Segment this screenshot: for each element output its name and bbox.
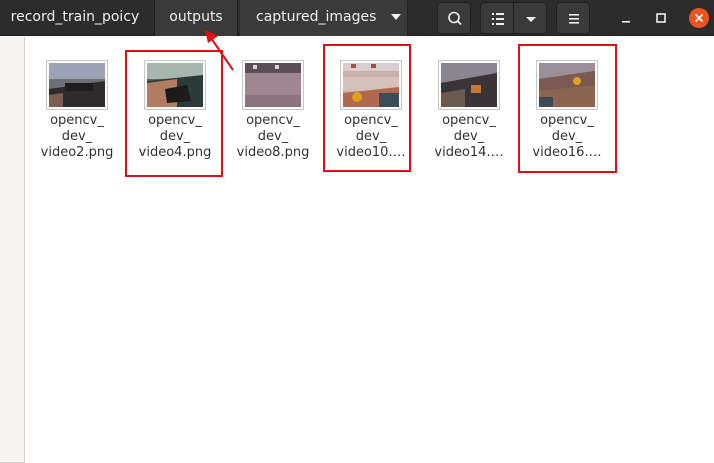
main-menu-button[interactable] [556,2,590,34]
breadcrumb-captured-images-label: captured_images [256,9,377,25]
view-toggle-button[interactable] [480,2,514,34]
minimize-icon [622,21,630,23]
search-icon [448,11,462,26]
chevron-down-icon[interactable] [391,14,401,20]
file-name: opencv_ dev_ video8.png [236,113,310,160]
close-icon [689,8,709,28]
file-name: opencv_ dev_ video2.png [40,113,114,160]
close-button[interactable] [685,4,713,32]
view-options-button[interactable] [513,2,547,34]
highlight-box [125,50,223,177]
chevron-down-icon [526,17,536,22]
image-thumbnail [438,60,500,110]
highlight-box [518,44,617,173]
image-thumbnail [46,60,108,110]
file-name: opencv_ dev_ video14.… [434,113,504,160]
search-button[interactable] [437,2,471,34]
hamburger-menu-icon [569,14,579,24]
minimize-button[interactable] [612,4,640,32]
header-bar: record_train_poicy outputs captured_imag… [0,0,714,36]
list-view-icon [492,13,504,25]
highlight-box [323,44,411,172]
image-thumbnail [242,60,304,110]
maximize-button[interactable] [647,4,675,32]
breadcrumb-record-train-poicy[interactable]: record_train_poicy [0,0,150,36]
sidebar [0,37,25,463]
breadcrumb-captured-images[interactable]: captured_images [240,0,408,36]
maximize-icon [656,13,666,23]
